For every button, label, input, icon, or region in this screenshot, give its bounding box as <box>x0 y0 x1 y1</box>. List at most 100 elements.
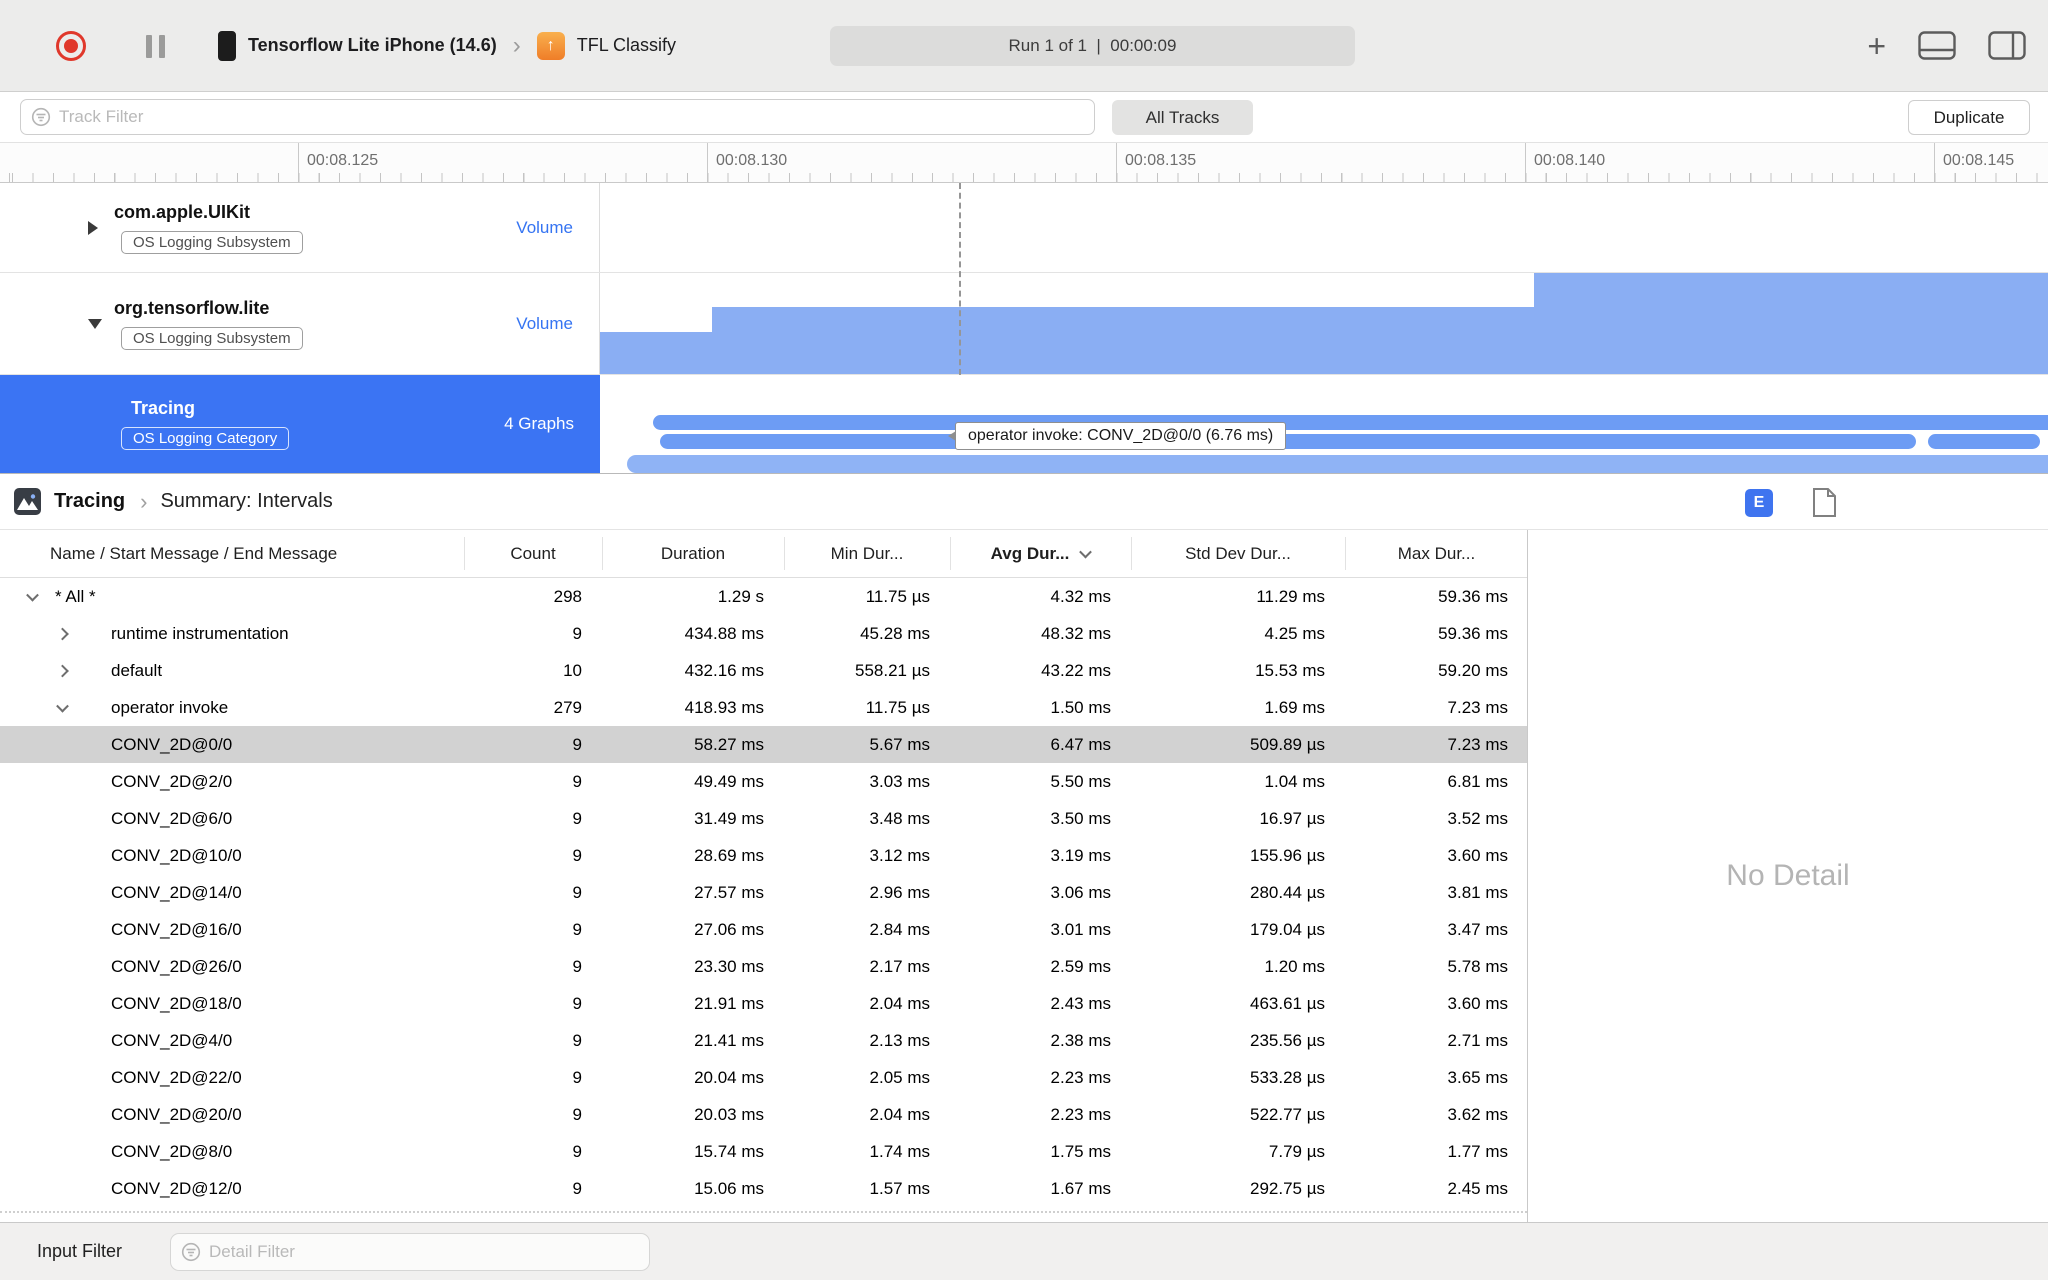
table-row[interactable]: CONV_2D@20/0 9 20.03 ms 2.04 ms 2.23 ms 522.7… <box>0 1096 1527 1133</box>
row-value: 59.36 ms <box>1438 586 1508 606</box>
track-title: Tracing <box>131 398 196 418</box>
table-row[interactable]: CONV_2D@10/0 9 28.69 ms 3.12 ms 3.19 ms 155.9… <box>0 837 1527 874</box>
duplicate-button[interactable]: Duplicate <box>1908 100 2030 135</box>
table-row[interactable]: CONV_2D@8/0 9 15.74 ms 1.74 ms 1.75 ms 7.79 µ… <box>0 1133 1527 1170</box>
table-row[interactable]: CONV_2D@6/0 9 31.49 ms 3.48 ms 3.50 ms 16.97 … <box>0 800 1527 837</box>
ruler-label: 00:08.145 <box>1933 143 2015 182</box>
row-value: 5.50 ms <box>1050 771 1111 791</box>
breadcrumb-summary-intervals[interactable]: Summary: Intervals <box>160 490 332 513</box>
timeline-ruler[interactable]: 00:08.125 00:08.130 00:08.135 00:08.140 … <box>0 142 2048 183</box>
column-header-avg-dur[interactable]: Avg Dur... <box>950 530 1131 577</box>
breadcrumb-tracing[interactable]: Tracing <box>54 490 125 513</box>
toolbar: Tensorflow Lite iPhone (14.6) › ↑ TFL Cl… <box>0 0 2048 92</box>
playhead-line[interactable] <box>959 183 961 375</box>
row-value: 3.65 ms <box>1447 1067 1508 1087</box>
scroll-continuation-hint <box>0 1211 1527 1213</box>
track-filter-input[interactable] <box>59 107 1084 127</box>
interval-bar[interactable] <box>1928 434 2040 449</box>
row-value: 298 <box>553 586 582 606</box>
table-row[interactable]: runtime instrumentation 9 434.88 ms 45.28 m… <box>0 615 1527 652</box>
track-graph-type[interactable]: Volume <box>516 314 573 334</box>
expert-info-button[interactable]: E <box>1745 489 1773 517</box>
row-value: 15.53 ms <box>1255 660 1325 680</box>
table-row[interactable]: CONV_2D@26/0 9 23.30 ms 2.17 ms 2.59 ms 1.20 … <box>0 948 1527 985</box>
track-uikit[interactable]: com.apple.UIKit OS Logging Subsystem Vol… <box>0 183 2048 273</box>
pause-icon <box>146 35 152 58</box>
column-header-name[interactable]: Name / Start Message / End Message <box>0 530 464 577</box>
ruler-label: 00:08.135 <box>1115 143 1197 182</box>
detail-area: Name / Start Message / End Message Count… <box>0 530 2048 1222</box>
track-graph-type[interactable]: Volume <box>516 218 573 238</box>
column-header-count[interactable]: Count <box>464 530 602 577</box>
table-row[interactable]: CONV_2D@2/0 9 49.49 ms 3.03 ms 5.50 ms 1.04 m… <box>0 763 1527 800</box>
interval-bar[interactable] <box>653 415 2048 430</box>
track-timeline-area[interactable] <box>600 273 2048 374</box>
target-selector[interactable]: TFL Classify <box>577 35 676 56</box>
row-value: 11.75 µs <box>865 697 930 717</box>
record-button[interactable] <box>56 31 86 61</box>
interval-bar[interactable] <box>660 434 1916 449</box>
row-value: 20.04 ms <box>694 1067 764 1087</box>
track-tensorflow-lite[interactable]: org.tensorflow.lite OS Logging Subsystem… <box>0 273 2048 375</box>
input-filter-label[interactable]: Input Filter <box>37 1223 122 1280</box>
row-value: 1.20 ms <box>1264 956 1325 976</box>
detail-breadcrumb-bar: Tracing › Summary: Intervals E <box>0 473 2048 530</box>
toggle-right-pane-button[interactable] <box>1988 31 2026 60</box>
table-row[interactable]: CONV_2D@12/0 9 15.06 ms 1.57 ms 1.67 ms 292.7… <box>0 1170 1527 1207</box>
column-header-duration[interactable]: Duration <box>602 530 784 577</box>
device-selector[interactable]: Tensorflow Lite iPhone (14.6) <box>248 35 497 56</box>
column-header-std-dev-dur[interactable]: Std Dev Dur... <box>1131 530 1345 577</box>
interval-bar[interactable] <box>627 455 2048 473</box>
table-row[interactable]: CONV_2D@14/0 9 27.57 ms 2.96 ms 3.06 ms 280.4… <box>0 874 1527 911</box>
column-header-max-dur[interactable]: Max Dur... <box>1345 530 1528 577</box>
table-header-row: Name / Start Message / End Message Count… <box>0 530 1527 578</box>
chevron-right-icon: › <box>140 488 148 514</box>
track-title: com.apple.UIKit <box>114 201 251 222</box>
track-filter-field[interactable] <box>20 99 1095 135</box>
row-value: 9 <box>572 1178 582 1198</box>
toggle-bottom-pane-button[interactable] <box>1918 31 1956 60</box>
run-status: Run 1 of 1 | 00:00:09 <box>830 26 1355 66</box>
table-row[interactable]: CONV_2D@22/0 9 20.04 ms 2.05 ms 2.23 ms 533.2… <box>0 1059 1527 1096</box>
detail-filter-input[interactable] <box>209 1242 639 1262</box>
row-value: 9 <box>572 1030 582 1050</box>
target-breadcrumb: Tensorflow Lite iPhone (14.6) › ↑ TFL Cl… <box>218 0 676 91</box>
column-header-min-dur[interactable]: Min Dur... <box>784 530 950 577</box>
table-row[interactable]: CONV_2D@0/0 9 58.27 ms 5.67 ms 6.47 ms 509.89… <box>0 726 1527 763</box>
row-value: 9 <box>572 956 582 976</box>
row-value: 3.03 ms <box>869 771 930 791</box>
row-value: 5.67 ms <box>869 734 930 754</box>
table-row[interactable]: CONV_2D@4/0 9 21.41 ms 2.13 ms 2.38 ms 235.56… <box>0 1022 1527 1059</box>
table-row[interactable]: * All * 298 1.29 s 11.75 µs 4.32 ms 11.29 ms 5… <box>0 578 1527 615</box>
track-header[interactable]: org.tensorflow.lite OS Logging Subsystem… <box>0 273 600 374</box>
row-value: 5.78 ms <box>1447 956 1508 976</box>
track-info: com.apple.UIKit OS Logging Subsystem <box>114 202 303 254</box>
row-value: 558.21 µs <box>854 660 930 680</box>
row-value: 280.44 µs <box>1249 882 1325 902</box>
row-value: 59.36 ms <box>1438 623 1508 643</box>
row-name: CONV_2D@14/0 <box>111 882 242 902</box>
row-value: 59.20 ms <box>1438 660 1508 680</box>
disclosure-triangle-icon[interactable] <box>88 318 102 329</box>
all-tracks-button[interactable]: All Tracks <box>1112 100 1253 135</box>
row-value: 15.74 ms <box>694 1141 764 1161</box>
add-instrument-button[interactable]: + <box>1867 30 1886 62</box>
track-timeline-area[interactable]: operator invoke: CONV_2D@0/0 (6.76 ms) <box>600 375 2048 473</box>
row-value: 9 <box>572 1141 582 1161</box>
detail-filter-field[interactable] <box>170 1233 650 1271</box>
row-value: 2.43 ms <box>1050 993 1111 1013</box>
table-row[interactable]: CONV_2D@16/0 9 27.06 ms 2.84 ms 3.01 ms 179.0… <box>0 911 1527 948</box>
table-row[interactable]: CONV_2D@18/0 9 21.91 ms 2.04 ms 2.43 ms 463.6… <box>0 985 1527 1022</box>
track-tracing[interactable]: Tracing OS Logging Category 4 Graphs ope… <box>0 375 2048 473</box>
document-icon[interactable] <box>1812 487 1837 518</box>
row-name: CONV_2D@10/0 <box>111 845 242 865</box>
track-timeline-area[interactable] <box>600 183 2048 272</box>
disclosure-triangle-icon[interactable] <box>88 220 98 235</box>
pause-button[interactable] <box>146 35 165 58</box>
track-header[interactable]: Tracing OS Logging Category 4 Graphs <box>0 375 600 473</box>
row-value: 3.81 ms <box>1447 882 1508 902</box>
track-header[interactable]: com.apple.UIKit OS Logging Subsystem Vol… <box>0 183 600 272</box>
track-graph-type[interactable]: 4 Graphs <box>504 414 574 434</box>
table-row[interactable]: operator invoke 279 418.93 ms 11.75 µs 1.50 … <box>0 689 1527 726</box>
table-row[interactable]: default 10 432.16 ms 558.21 µs 43.22 ms 15.53… <box>0 652 1527 689</box>
